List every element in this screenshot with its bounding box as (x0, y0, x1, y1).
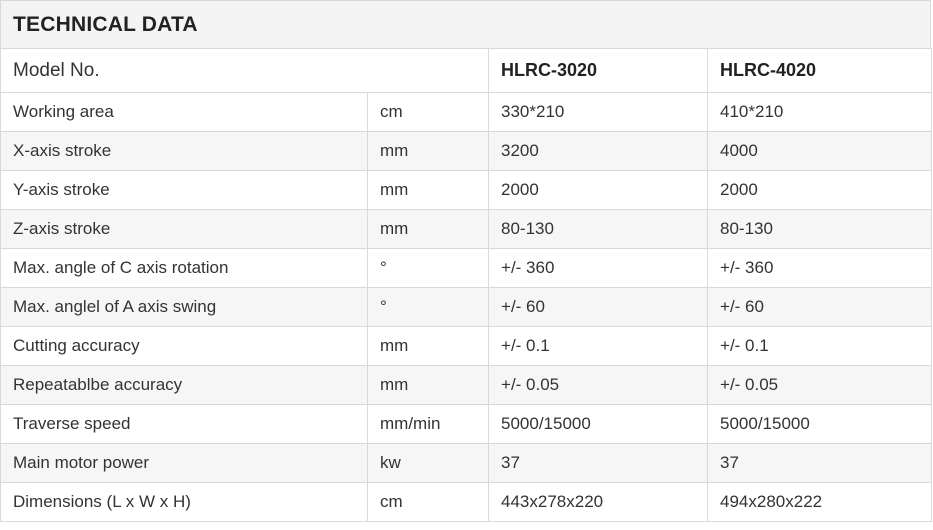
table-row: Main motor power kw 37 37 (0, 443, 933, 483)
value-model-1-cell: 80-130 (488, 209, 709, 249)
section-title: TECHNICAL DATA (13, 12, 198, 36)
value-model-2-cell: 37 (707, 443, 933, 483)
value-model-1-cell: 2000 (488, 170, 709, 210)
table-row: Working area cm 330*210 410*210 (0, 92, 933, 132)
value-model-2-cell: +/- 360 (707, 248, 933, 288)
param-cell: Cutting accuracy (0, 326, 368, 366)
unit-cell: cm (366, 92, 490, 132)
unit-cell: mm (366, 365, 490, 405)
value-model-1-cell: 5000/15000 (488, 404, 709, 444)
unit-cell: mm (366, 209, 490, 249)
value-model-2-cell: +/- 0.1 (707, 326, 933, 366)
param-cell: Max. angle of C axis rotation (0, 248, 368, 288)
table-row: Dimensions (L x W x H) cm 443x278x220 494x2… (0, 482, 933, 522)
value-model-2-cell: 2000 (707, 170, 933, 210)
value-model-2-cell: +/- 60 (707, 287, 933, 327)
param-cell: X-axis stroke (0, 131, 368, 171)
param-cell: Dimensions (L x W x H) (0, 482, 368, 522)
table-row: X-axis stroke mm 3200 4000 (0, 131, 933, 171)
unit-cell: cm (366, 482, 490, 522)
param-cell: Y-axis stroke (0, 170, 368, 210)
unit-cell: kw (366, 443, 490, 483)
value-model-1-cell: 330*210 (488, 92, 709, 132)
value-model-2-cell: 4000 (707, 131, 933, 171)
unit-cell: mm (366, 326, 490, 366)
value-model-1-cell: +/- 360 (488, 248, 709, 288)
table-row: Cutting accuracy mm +/- 0.1 +/- 0.1 (0, 326, 933, 366)
unit-cell: ° (366, 248, 490, 288)
table-row: Max. angle of C axis rotation ° +/- 360 +/-… (0, 248, 933, 288)
unit-cell: mm/min (366, 404, 490, 444)
table-row: Max. anglel of A axis swing ° +/- 60 +/- 60 (0, 287, 933, 327)
param-cell: Working area (0, 92, 368, 132)
value-model-1-cell: +/- 0.05 (488, 365, 709, 405)
param-cell: Traverse speed (0, 404, 368, 444)
value-model-1-cell: 443x278x220 (488, 482, 709, 522)
value-model-2-cell: 5000/15000 (707, 404, 933, 444)
table-row: Z-axis stroke mm 80-130 80-130 (0, 209, 933, 249)
table-row: Traverse speed mm/min 5000/15000 5000/15000 (0, 404, 933, 444)
value-model-1-cell: +/- 60 (488, 287, 709, 327)
param-cell: Z-axis stroke (0, 209, 368, 249)
param-cell: Repeatablbe accuracy (0, 365, 368, 405)
table-header-row: Model No. HLRC-3020 HLRC-4020 (0, 48, 933, 93)
spec-table: Model No. HLRC-3020 HLRC-4020 Working ar… (0, 48, 933, 522)
value-model-2-cell: 80-130 (707, 209, 933, 249)
value-model-2-cell: 410*210 (707, 92, 933, 132)
param-cell: Max. anglel of A axis swing (0, 287, 368, 327)
unit-cell: mm (366, 131, 490, 171)
model-name-1: HLRC-3020 (488, 48, 709, 93)
section-title-bar: TECHNICAL DATA (0, 0, 931, 48)
model-name-2: HLRC-4020 (707, 48, 933, 93)
param-cell: Main motor power (0, 443, 368, 483)
value-model-2-cell: +/- 0.05 (707, 365, 933, 405)
technical-data-section: TECHNICAL DATA Model No. HLRC-3020 HLRC-… (0, 0, 933, 530)
model-label: Model No. (0, 48, 490, 93)
table-row: Y-axis stroke mm 2000 2000 (0, 170, 933, 210)
value-model-1-cell: 37 (488, 443, 709, 483)
unit-cell: mm (366, 170, 490, 210)
value-model-2-cell: 494x280x222 (707, 482, 933, 522)
unit-cell: ° (366, 287, 490, 327)
table-row: Repeatablbe accuracy mm +/- 0.05 +/- 0.05 (0, 365, 933, 405)
value-model-1-cell: 3200 (488, 131, 709, 171)
value-model-1-cell: +/- 0.1 (488, 326, 709, 366)
